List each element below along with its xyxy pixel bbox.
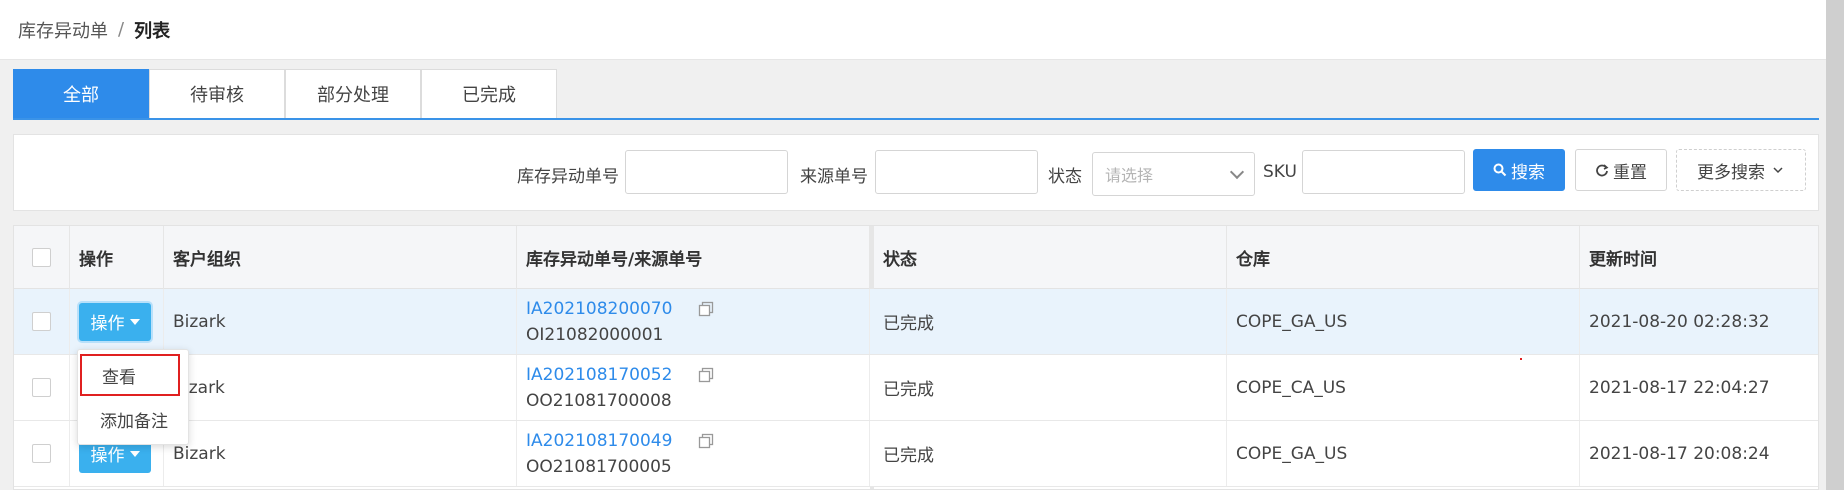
status-cell: 已完成 (874, 421, 1227, 486)
no-cell: IA202108170052 OO21081700008 (517, 355, 870, 420)
op-dropdown-menu: 查看 添加备注 (77, 349, 189, 445)
table-row: 操作 Bizark IA202108170049 OO21081700005 已… (14, 421, 1818, 487)
search-bar: 库存异动单号 来源单号 状态 请选择 SKU 搜索 重置 更多搜索 (13, 134, 1819, 211)
search-icon (1493, 163, 1507, 177)
warehouse-cell: COPE_GA_US (1227, 289, 1580, 354)
adjust-no-text: IA202108170052 (526, 364, 673, 385)
op-cell: 操作 (70, 289, 164, 354)
adjust-no-text: IA202108170049 (526, 430, 673, 451)
table-header: 操作 客户组织 库存异动单号/来源单号 状态 仓库 更新时间 (14, 226, 1818, 289)
status-cell: 已完成 (874, 289, 1227, 354)
copy-icon[interactable] (698, 301, 714, 317)
table-row: 操作 Bizark IA202108200070 OI21082000001 已… (14, 289, 1818, 355)
adjust-no-link[interactable]: IA202108170052 (526, 365, 714, 385)
menu-item-add-note[interactable]: 添加备注 (78, 398, 188, 440)
breadcrumb-separator: / (118, 19, 125, 40)
tab-all[interactable]: 全部 (13, 69, 149, 118)
header-warehouse: 仓库 (1227, 226, 1580, 289)
copy-icon[interactable] (698, 367, 714, 383)
chevron-down-icon (1229, 164, 1245, 179)
reset-button[interactable]: 重置 (1575, 149, 1667, 191)
op-dropdown-button[interactable]: 操作 (79, 302, 151, 341)
source-no-label: 来源单号 (800, 167, 868, 187)
updated-cell: 2021-08-20 02:28:32 (1589, 311, 1770, 332)
row-checkbox-cell (14, 289, 70, 354)
row-checkbox[interactable] (32, 378, 51, 397)
reset-button-label: 重置 (1613, 162, 1647, 183)
source-no-text: OI21082000001 (526, 324, 664, 345)
scrollbar-track[interactable] (1826, 0, 1844, 490)
header-checkbox-cell (14, 226, 70, 289)
header-op: 操作 (70, 226, 164, 289)
no-cell: IA202108200070 OI21082000001 (517, 289, 870, 354)
status-label: 状态 (1048, 167, 1082, 187)
adjust-table: 操作 客户组织 库存异动单号/来源单号 状态 仓库 更新时间 操作 Bizark (13, 225, 1819, 490)
updated-cell: 2021-08-17 22:04:27 (1589, 377, 1770, 398)
menu-item-view[interactable]: 查看 (80, 354, 180, 396)
copy-icon[interactable] (698, 433, 714, 449)
source-no-text: OO21081700005 (526, 456, 672, 477)
caret-down-icon (129, 450, 140, 457)
more-search-button[interactable]: 更多搜索 (1676, 149, 1806, 191)
sku-label: SKU (1263, 162, 1297, 182)
breadcrumb-parent[interactable]: 库存异动单 (18, 17, 108, 43)
source-no-text: OO21081700008 (526, 390, 672, 411)
source-no-input[interactable] (875, 150, 1038, 194)
search-button[interactable]: 搜索 (1473, 149, 1565, 191)
no-cell: IA202108170049 OO21081700005 (517, 421, 870, 486)
adjust-no-label: 库存异动单号 (517, 167, 619, 187)
row-checkbox[interactable] (32, 444, 51, 463)
search-button-label: 搜索 (1511, 162, 1545, 183)
page: 库存异动单 / 列表 全部 待审核 部分处理 已完成 库存异动单号 来源单号 状… (0, 0, 1844, 490)
breadcrumb: 库存异动单 / 列表 (0, 0, 1826, 60)
header-org: 客户组织 (164, 226, 517, 289)
stray-dot (1520, 358, 1522, 360)
org-cell: izark (164, 355, 517, 420)
warehouse-cell: COPE_CA_US (1227, 355, 1580, 420)
select-all-checkbox[interactable] (32, 248, 51, 267)
adjust-no-link[interactable]: IA202108200070 (526, 299, 714, 319)
org-cell: Bizark (164, 421, 517, 486)
status-cell: 已完成 (874, 355, 1227, 420)
header-updated: 更新时间 (1589, 250, 1657, 270)
breadcrumb-current: 列表 (134, 20, 171, 42)
chevron-down-icon (1773, 167, 1783, 174)
warehouse-cell: COPE_GA_US (1227, 421, 1580, 486)
header-no: 库存异动单号/来源单号 (517, 226, 870, 289)
status-select[interactable]: 请选择 (1092, 152, 1255, 196)
row-checkbox-cell (14, 421, 70, 486)
more-search-label: 更多搜索 (1697, 162, 1765, 183)
adjust-no-text: IA202108200070 (526, 298, 673, 319)
status-placeholder: 请选择 (1105, 166, 1154, 185)
sku-input[interactable] (1302, 150, 1465, 194)
tab-completed[interactable]: 已完成 (421, 69, 557, 118)
adjust-no-input[interactable] (625, 150, 788, 194)
caret-down-icon (129, 318, 140, 325)
row-checkbox[interactable] (32, 312, 51, 331)
status-tabs: 全部 待审核 部分处理 已完成 (13, 69, 1819, 120)
tab-partial[interactable]: 部分处理 (285, 69, 421, 118)
tab-pending-review[interactable]: 待审核 (149, 69, 285, 118)
table-row: izark IA202108170052 OO21081700008 已完成 C… (14, 355, 1818, 421)
refresh-icon (1596, 164, 1609, 177)
updated-cell: 2021-08-17 20:08:24 (1589, 443, 1770, 464)
row-checkbox-cell (14, 355, 70, 420)
org-cell: Bizark (164, 289, 517, 354)
adjust-no-link[interactable]: IA202108170049 (526, 431, 714, 451)
op-button-label: 操作 (90, 314, 125, 334)
header-status: 状态 (874, 226, 1227, 289)
